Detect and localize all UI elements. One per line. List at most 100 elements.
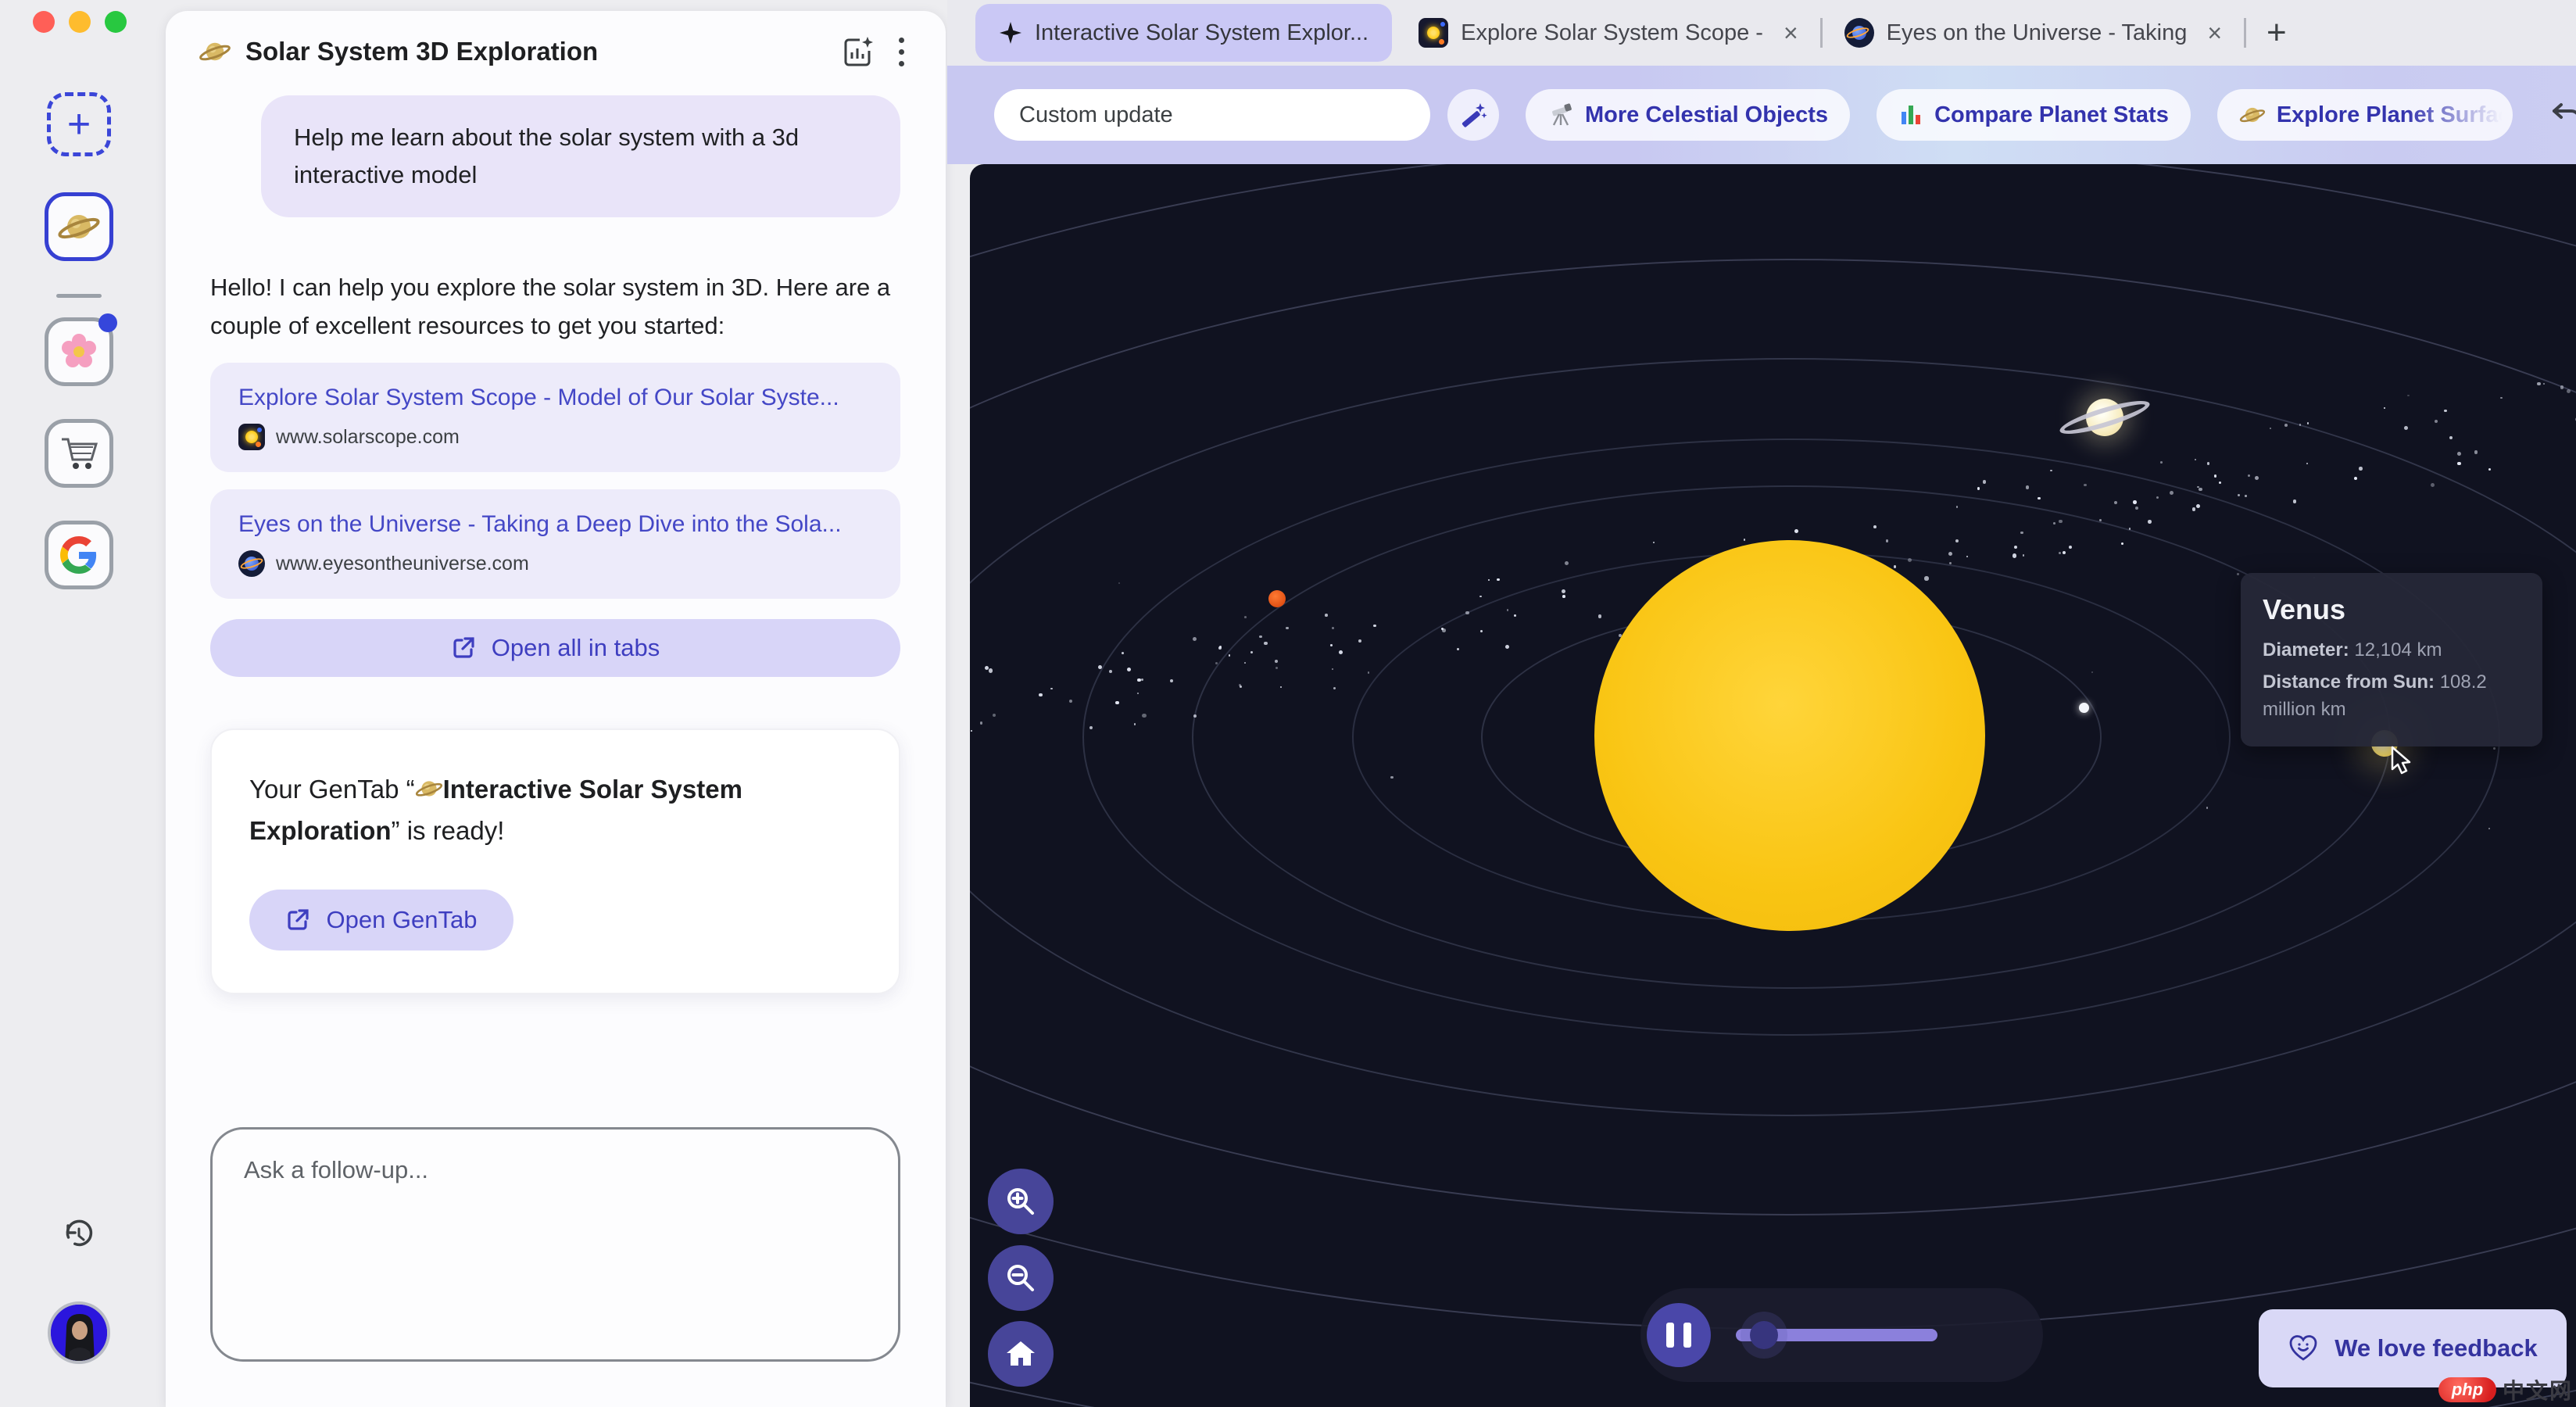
- external-link-icon: [451, 635, 476, 661]
- gentab-panel-icon[interactable]: [839, 34, 875, 70]
- star: [1229, 654, 1231, 657]
- open-all-in-tabs-button[interactable]: Open all in tabs: [210, 619, 900, 677]
- star: [2245, 495, 2246, 496]
- link-card-eyesontheuniverse[interactable]: Eyes on the Universe - Taking a Deep Div…: [210, 489, 900, 599]
- chip-explore-planet-surfaces[interactable]: Explore Planet Surfac: [2217, 89, 2513, 141]
- tooltip-row: Distance from Sun: 108.2 million km: [2263, 669, 2521, 724]
- star: [2214, 474, 2216, 477]
- new-space-button[interactable]: +: [47, 92, 111, 156]
- tab-separator: [1820, 18, 1823, 48]
- star: [2435, 420, 2438, 423]
- star: [2084, 484, 2087, 487]
- star: [1170, 679, 1173, 682]
- cherry-blossom-icon: [59, 331, 99, 372]
- star: [2026, 485, 2029, 489]
- star: [2474, 450, 2478, 453]
- speed-slider[interactable]: [1736, 1329, 1937, 1341]
- open-gentab-button[interactable]: Open GenTab: [249, 890, 513, 951]
- chat-title: Solar System 3D Exploration: [245, 37, 598, 66]
- planet-mercury[interactable]: [2079, 703, 2089, 713]
- star: [1488, 579, 1490, 581]
- zoom-out-button[interactable]: [988, 1245, 1054, 1311]
- link-title[interactable]: Eyes on the Universe - Taking a Deep Div…: [238, 511, 872, 538]
- magic-wand-button[interactable]: [1447, 89, 1499, 141]
- link-card-solarscope[interactable]: Explore Solar System Scope - Model of Ou…: [210, 363, 900, 472]
- sidebar-divider: [56, 294, 102, 298]
- planet-sun[interactable]: [1594, 540, 1985, 931]
- link-url: www.eyesontheuniverse.com: [276, 553, 529, 575]
- saturn-emoji-icon: [57, 205, 101, 249]
- chip-compare-planet-stats[interactable]: Compare Planet Stats: [1877, 89, 2191, 141]
- history-icon[interactable]: [62, 1218, 96, 1252]
- star: [2537, 382, 2541, 386]
- star: [2050, 470, 2052, 472]
- sidebar-item-solar-system[interactable]: [45, 192, 113, 261]
- star: [2354, 477, 2357, 480]
- gentab-text-prefix: Your GenTab “: [249, 775, 415, 804]
- open-all-label: Open all in tabs: [492, 634, 660, 662]
- minimize-window-button[interactable]: [69, 11, 91, 33]
- zoom-window-button[interactable]: [105, 11, 127, 33]
- star: [1457, 648, 1459, 650]
- new-tab-button[interactable]: +: [2267, 16, 2287, 50]
- star: [2238, 494, 2240, 496]
- custom-update-input[interactable]: [994, 89, 1430, 141]
- zoom-in-button[interactable]: [988, 1169, 1054, 1234]
- star: [1442, 628, 1445, 632]
- star: [993, 714, 996, 717]
- close-window-button[interactable]: [33, 11, 55, 33]
- saturn-emoji-icon: [415, 775, 443, 803]
- tab-solar-system-scope[interactable]: Explore Solar System Scope - ×: [1403, 0, 1814, 66]
- sidebar-item-google[interactable]: [45, 521, 113, 589]
- sparkle-icon: [999, 21, 1022, 45]
- followup-input[interactable]: [210, 1127, 900, 1362]
- telescope-icon: [1547, 102, 1574, 128]
- tab-eyes-on-universe[interactable]: Eyes on the Universe - Taking ×: [1829, 0, 2238, 66]
- venus-tooltip: Venus Diameter: 12,104 km Distance from …: [2241, 573, 2542, 746]
- star: [1514, 614, 1516, 617]
- star: [1193, 714, 1197, 718]
- external-link-icon: [285, 908, 310, 933]
- star: [1330, 644, 1333, 646]
- pause-button[interactable]: [1647, 1303, 1711, 1367]
- undo-icon[interactable]: [2547, 95, 2576, 135]
- star: [980, 721, 982, 724]
- sidebar-item-shopping[interactable]: [45, 419, 113, 488]
- chip-label: More Celestial Objects: [1585, 102, 1828, 128]
- mouse-cursor: [2386, 744, 2419, 777]
- tooltip-row: Diameter: 12,104 km: [2263, 637, 2521, 664]
- watermark-text: 中文网: [2503, 1374, 2573, 1405]
- google-logo-icon: [60, 536, 98, 574]
- link-title[interactable]: Explore Solar System Scope - Model of Ou…: [238, 385, 872, 411]
- star: [1744, 539, 1745, 540]
- star: [1264, 642, 1267, 645]
- close-tab-icon[interactable]: ×: [2207, 19, 2222, 48]
- star: [2014, 546, 2017, 549]
- sidebar-item-flower[interactable]: [45, 317, 113, 386]
- star: [1977, 487, 1980, 489]
- star: [1244, 616, 1247, 618]
- playback-bar: [1640, 1288, 2043, 1382]
- star: [2053, 522, 2055, 524]
- close-tab-icon[interactable]: ×: [1784, 19, 1798, 48]
- planet-saturn[interactable]: [2054, 367, 2156, 468]
- star: [2133, 500, 2137, 504]
- open-gentab-label: Open GenTab: [326, 906, 477, 934]
- chip-label: Compare Planet Stats: [1934, 102, 2169, 128]
- tab-separator: [2244, 18, 2246, 48]
- saturn-emoji-icon: [199, 35, 231, 68]
- home-view-button[interactable]: [988, 1321, 1054, 1387]
- planet-mars[interactable]: [1268, 590, 1286, 607]
- solar-system-canvas[interactable]: Venus Diameter: 12,104 km Distance from …: [970, 164, 2576, 1407]
- star: [1507, 609, 1509, 611]
- chat-menu-icon[interactable]: [889, 38, 913, 66]
- star: [1109, 670, 1112, 673]
- star: [2012, 553, 2016, 557]
- gentab-toolbar: More Celestial Objects Compare Planet St…: [947, 66, 2576, 164]
- tab-interactive-solar-system[interactable]: Interactive Solar System Explor...: [975, 4, 1392, 62]
- slider-thumb[interactable]: [1750, 1321, 1778, 1349]
- watermark-logo: php: [2438, 1377, 2496, 1402]
- star: [2023, 554, 2024, 556]
- user-avatar[interactable]: [48, 1301, 110, 1364]
- chip-more-celestial-objects[interactable]: More Celestial Objects: [1526, 89, 1850, 141]
